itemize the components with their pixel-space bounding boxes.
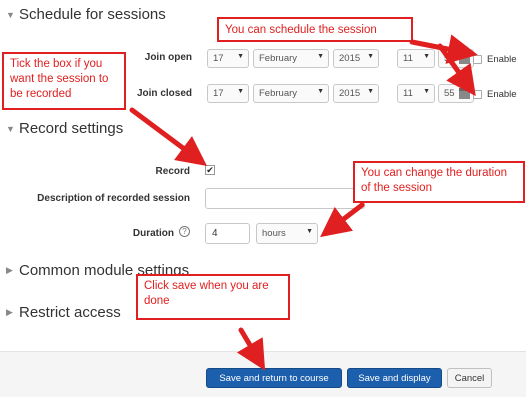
- join-closed-month-select[interactable]: February ▼: [253, 84, 329, 103]
- expanded-triangle-icon: ▼: [6, 123, 15, 134]
- join-closed-label: Join closed: [136, 88, 192, 99]
- dropdown-arrow-icon: ▼: [367, 53, 374, 60]
- join-closed-minute-value: 55: [444, 88, 455, 99]
- callout-schedule: You can schedule the session: [217, 17, 413, 42]
- collapsed-triangle-icon: ▶: [6, 307, 13, 317]
- join-open-month-select[interactable]: February ▼: [253, 49, 329, 68]
- dropdown-arrow-icon: ▼: [237, 88, 244, 95]
- join-closed-enable-label: Enable: [487, 89, 517, 100]
- join-open-year-value: 2015: [339, 53, 361, 64]
- join-open-year-select[interactable]: 2015 ▼: [333, 49, 379, 68]
- join-open-minute-value: 55: [444, 53, 455, 64]
- dropdown-arrow-icon: ▼: [423, 53, 430, 60]
- join-open-day-value: 17: [213, 53, 224, 64]
- save-and-display-button[interactable]: Save and display: [347, 368, 442, 388]
- duration-unit-select[interactable]: hours ▼: [256, 223, 318, 244]
- join-open-hour-select[interactable]: 11 ▼: [397, 49, 435, 68]
- join-closed-hour-value: 11: [403, 88, 413, 99]
- dropdown-arrow-icon: ▼: [317, 53, 324, 60]
- expanded-triangle-icon: ▼: [6, 9, 15, 20]
- dropdown-arrow-icon: ▼: [306, 228, 313, 235]
- join-open-label: Join open: [144, 52, 192, 63]
- collapsed-triangle-icon: ▶: [6, 265, 13, 275]
- dropdown-arrow-icon: ▼: [317, 88, 324, 95]
- description-label: Description of recorded session: [37, 193, 190, 204]
- dropdown-arrow-icon: ▼: [237, 53, 244, 60]
- duration-unit-value: hours: [262, 228, 286, 239]
- join-closed-day-select[interactable]: 17 ▼: [207, 84, 249, 103]
- join-closed-day-value: 17: [213, 88, 224, 99]
- join-open-day-select[interactable]: 17 ▼: [207, 49, 249, 68]
- dropdown-arrow-icon: ▼: [367, 88, 374, 95]
- calendar-icon[interactable]: [459, 53, 470, 64]
- callout-save: Click save when you are done: [136, 274, 290, 320]
- calendar-icon[interactable]: [459, 88, 470, 99]
- description-input[interactable]: [205, 188, 365, 209]
- dropdown-arrow-icon: ▼: [423, 88, 430, 95]
- join-closed-year-value: 2015: [339, 88, 361, 99]
- section-record-settings[interactable]: ▼ Record settings: [6, 120, 123, 137]
- cancel-button[interactable]: Cancel: [447, 368, 492, 388]
- callout-duration: You can change the duration of the sessi…: [353, 161, 525, 203]
- join-closed-enable-checkbox[interactable]: [473, 90, 482, 99]
- section-schedule[interactable]: ▼ Schedule for sessions: [6, 6, 166, 23]
- join-closed-hour-select[interactable]: 11 ▼: [397, 84, 435, 103]
- record-checkbox[interactable]: ✔: [205, 165, 215, 175]
- duration-input[interactable]: 4: [205, 223, 250, 244]
- help-icon[interactable]: ?: [179, 226, 190, 237]
- section-record-title: Record settings: [19, 120, 124, 137]
- section-restrict-title: Restrict access: [19, 304, 121, 321]
- arrow-to-record-checkbox: [129, 107, 208, 166]
- join-open-enable-checkbox[interactable]: [473, 55, 482, 64]
- join-closed-month-value: February: [259, 88, 298, 99]
- duration-label: Duration: [132, 228, 174, 239]
- join-open-hour-value: 11: [403, 53, 413, 64]
- join-closed-year-select[interactable]: 2015 ▼: [333, 84, 379, 103]
- join-open-month-value: February: [259, 53, 298, 64]
- join-open-enable-label: Enable: [487, 54, 517, 65]
- section-schedule-title: Schedule for sessions: [19, 6, 166, 23]
- callout-record: Tick the box if you want the session to …: [2, 52, 126, 110]
- save-and-return-button[interactable]: Save and return to course: [206, 368, 342, 388]
- section-restrict-access[interactable]: ▶ Restrict access: [6, 304, 121, 321]
- record-label: Record: [155, 166, 190, 177]
